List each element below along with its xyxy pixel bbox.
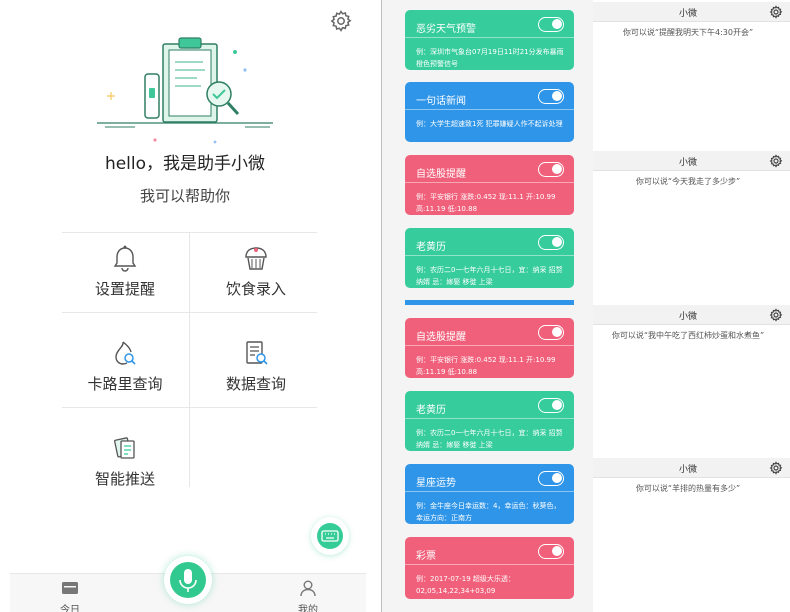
card-title: 一句话新闻	[416, 96, 466, 107]
feature-label: 饮食录入	[225, 280, 286, 298]
voice-hint: 你可以说“我中午吃了西红柿炒蛋和水煮鱼”	[611, 331, 765, 340]
microphone-icon	[179, 569, 197, 592]
document-search-icon	[246, 341, 268, 365]
feature-label: 卡路里查询	[87, 375, 163, 393]
tab-label: 我的	[298, 605, 318, 612]
voice-hint: 你可以说“羊排的热量有多少”	[635, 484, 741, 493]
keyboard-input-button[interactable]	[311, 517, 349, 555]
tab-today[interactable]: 今日	[40, 574, 100, 612]
subscription-card[interactable]: 老黄历 例：农历二0一七年六月十七日，宜：纳采 招赘 纳婿 忌：嫁娶 移徙 上梁	[405, 391, 574, 451]
section-divider	[405, 300, 574, 305]
subscription-card[interactable]: 自选股提醒 例：平安银行 涨跌:0.452 现:11.1 开:10.99 高:1…	[405, 318, 574, 378]
feature-diet-entry[interactable]: 饮食录入	[192, 232, 320, 312]
settings-gear-icon[interactable]	[769, 461, 783, 475]
assistant-panel: 小微 你可以说“提醒我明天下午4:30开会”	[593, 2, 790, 47]
assistant-hint-panels: 小微 你可以说“提醒我明天下午4:30开会” 小微 你可以说“今天我走了多少步”…	[593, 0, 790, 612]
card-example: 例：2017-07-19 超级大乐透：02,05,14,22,34+03,09	[416, 575, 515, 595]
card-title: 老黄历	[416, 242, 446, 253]
assistant-home-screen: hello，我是助手小微 我可以帮助你 设置提醒 饮食录入 卡路里查询 数据查询…	[0, 0, 370, 612]
subscription-card[interactable]: 自选股提醒 例：平安银行 涨跌:0.452 现:11.1 开:10.99 高:1…	[405, 155, 574, 215]
calendar-icon	[62, 582, 78, 594]
assistant-panel: 小微 你可以说“我中午吃了西红柿炒蛋和水煮鱼”	[593, 305, 790, 350]
flame-search-icon	[115, 341, 136, 365]
settings-gear-icon[interactable]	[769, 308, 783, 322]
voice-input-button[interactable]	[164, 556, 212, 604]
assistant-panel: 小微 你可以说“今天我走了多少步”	[593, 151, 790, 196]
keyboard-icon	[321, 530, 339, 542]
subscription-card[interactable]: 彩票 例：2017-07-19 超级大乐透：02,05,14,22,34+03,…	[405, 537, 574, 599]
subscription-toggle[interactable]	[538, 235, 564, 250]
push-subscription-list: 恶劣天气预警 例：深圳市气象台07月19日11时21分发布暴雨橙色预警信号 一句…	[381, 0, 593, 612]
panel-title: 小微	[678, 465, 697, 475]
card-example: 例：深圳市气象台07月19日11时21分发布暴雨橙色预警信号	[416, 48, 564, 68]
panel-title: 小微	[678, 158, 697, 168]
assistant-panel: 小微 你可以说“羊排的热量有多少”	[593, 458, 790, 503]
feature-label: 智能推送	[94, 470, 155, 488]
cupcake-icon	[245, 247, 267, 270]
greeting-subtitle: 我可以帮助你	[139, 187, 230, 205]
card-title: 恶劣天气预警	[416, 24, 476, 35]
settings-gear-icon[interactable]	[769, 5, 783, 19]
card-example: 例：农历二0一七年六月十七日，宜：纳采 招赘 纳婿 忌：嫁娶 移徙 上梁	[416, 429, 563, 449]
tab-mine[interactable]: 我的	[278, 574, 338, 612]
tab-label: 今日	[60, 605, 80, 612]
clipboard-illustration	[97, 37, 273, 144]
panel-title: 小微	[678, 9, 697, 19]
subscription-card[interactable]: 一句话新闻 例：大学生超速致1死 犯罪嫌疑人作不起诉处理	[405, 82, 574, 142]
feature-set-reminder[interactable]: 设置提醒	[61, 232, 189, 312]
subscription-toggle[interactable]	[538, 544, 564, 559]
card-example: 例：农历二0一七年六月十七日，宜：纳采 招赘 纳婿 忌：嫁娶 移徙 上梁	[416, 266, 563, 286]
voice-hint: 你可以说“今天我走了多少步”	[635, 177, 741, 186]
grid-divider	[189, 232, 190, 487]
subscription-toggle[interactable]	[538, 17, 564, 32]
subscription-toggle[interactable]	[538, 89, 564, 104]
settings-gear-icon[interactable]	[329, 9, 353, 33]
cards-push-icon	[114, 437, 135, 459]
greeting-text: hello，我是助手小微	[104, 154, 266, 174]
card-example: 例：大学生超速致1死 犯罪嫌疑人作不起诉处理	[416, 120, 563, 128]
subscription-toggle[interactable]	[538, 398, 564, 413]
card-title: 自选股提醒	[416, 169, 466, 180]
card-example: 例：平安银行 涨跌:0.452 现:11.1 开:10.99 高:11.19 低…	[416, 356, 556, 376]
bell-icon	[113, 245, 137, 272]
subscription-card[interactable]: 老黄历 例：农历二0一七年六月十七日，宜：纳采 招赘 纳婿 忌：嫁娶 移徙 上梁	[405, 228, 574, 288]
feature-calorie-query[interactable]: 卡路里查询	[61, 327, 189, 407]
panel-title: 小微	[678, 312, 697, 322]
card-title: 彩票	[416, 551, 436, 562]
card-example: 例：金牛座今日幸运数：4，幸运色：秋葵色，幸运方向：正南方	[416, 502, 561, 522]
subscription-card[interactable]: 恶劣天气预警 例：深圳市气象台07月19日11时21分发布暴雨橙色预警信号	[405, 10, 574, 70]
feature-label: 设置提醒	[94, 280, 155, 298]
voice-hint: 你可以说“提醒我明天下午4:30开会”	[622, 28, 754, 37]
subscription-card[interactable]: 星座运势 例：金牛座今日幸运数：4，幸运色：秋葵色，幸运方向：正南方	[405, 464, 574, 524]
settings-gear-icon[interactable]	[769, 154, 783, 168]
card-title: 星座运势	[416, 478, 456, 489]
feature-label: 数据查询	[225, 375, 286, 393]
feature-smart-push[interactable]: 智能推送	[61, 422, 189, 502]
user-icon	[300, 580, 316, 597]
subscription-toggle[interactable]	[538, 325, 564, 340]
subscription-toggle[interactable]	[538, 162, 564, 177]
card-title: 自选股提醒	[416, 332, 466, 343]
card-title: 老黄历	[416, 405, 446, 416]
subscription-toggle[interactable]	[538, 471, 564, 486]
feature-data-query[interactable]: 数据查询	[192, 327, 320, 407]
card-example: 例：平安银行 涨跌:0.452 现:11.1 开:10.99 高:11.19 低…	[416, 193, 556, 213]
